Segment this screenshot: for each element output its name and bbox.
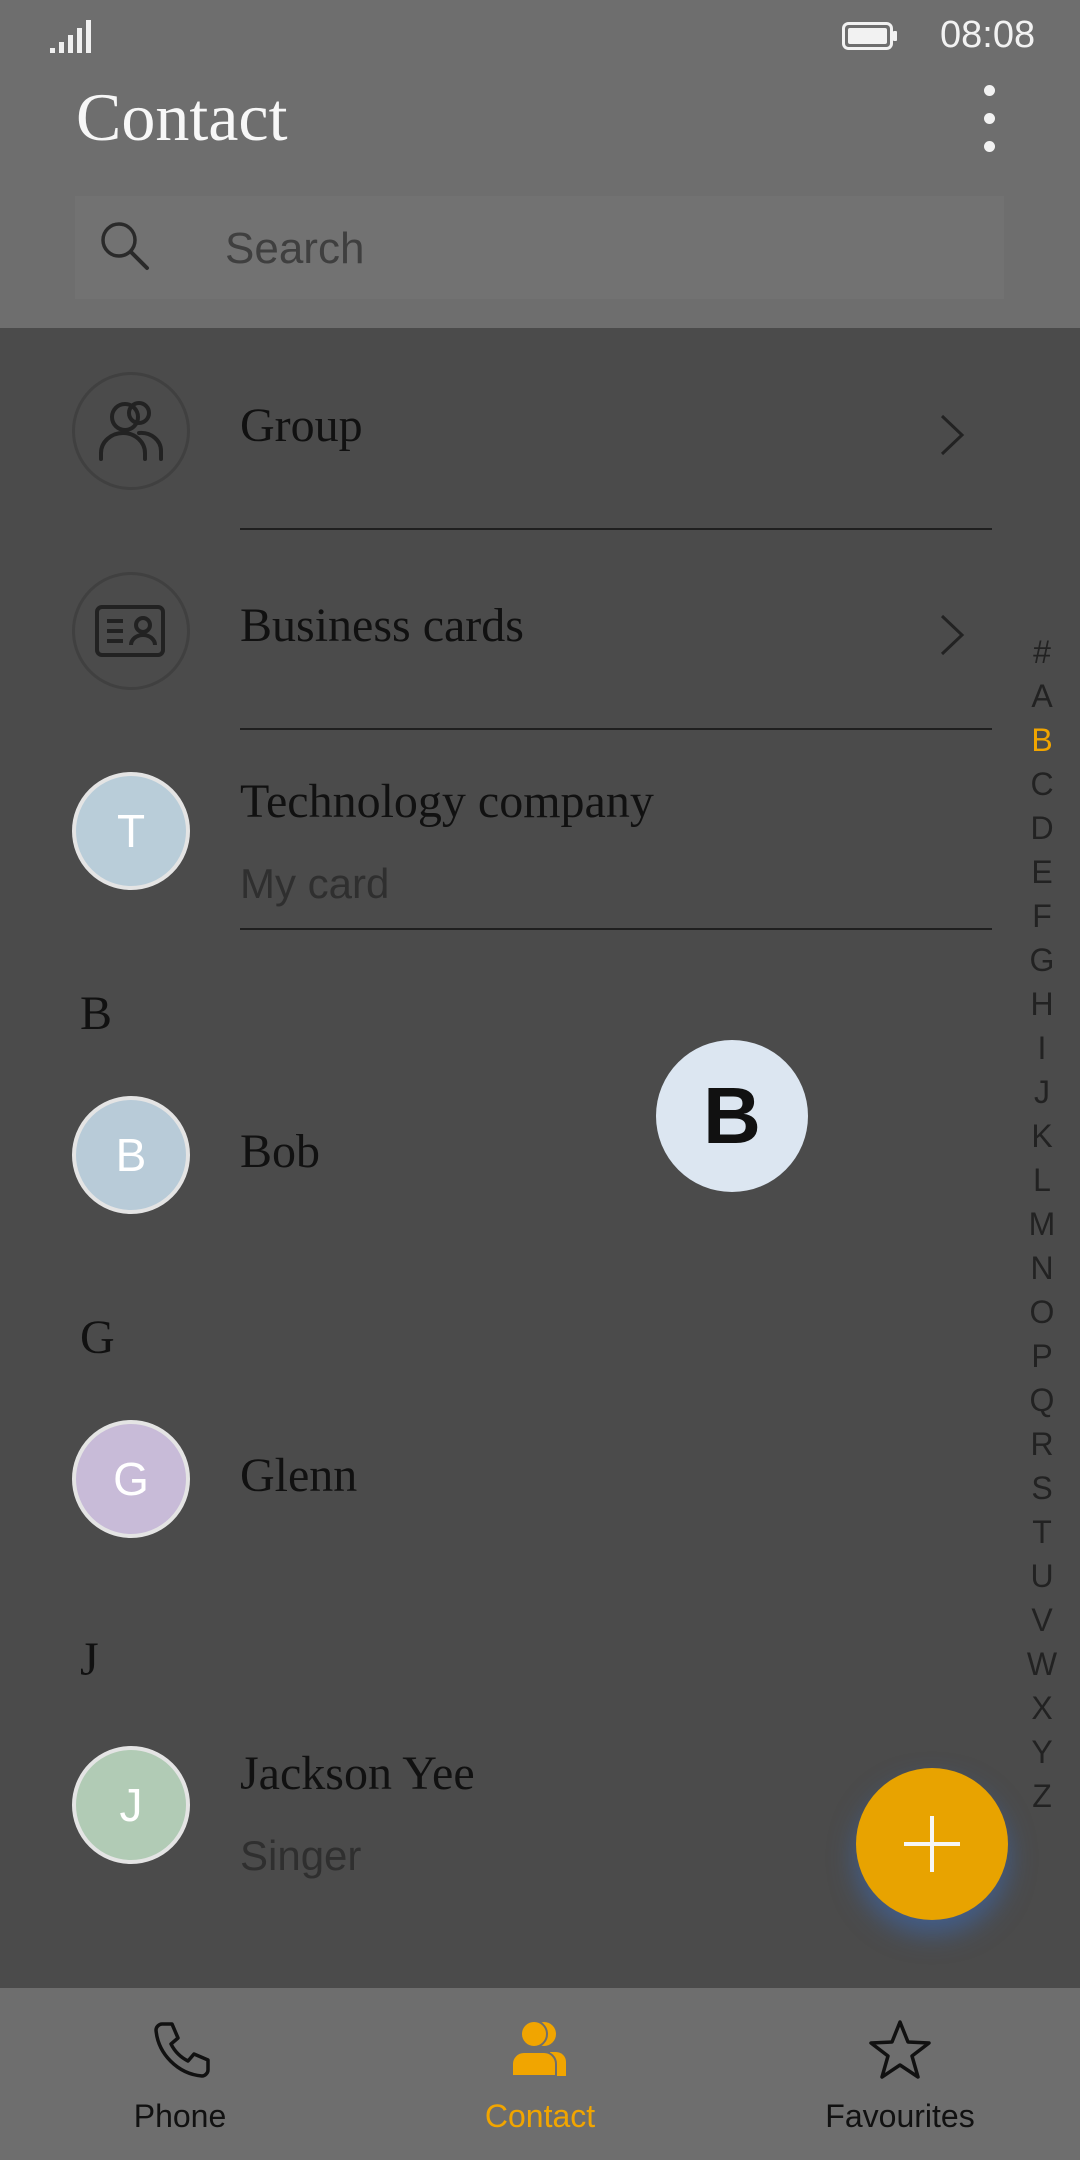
nav-contact[interactable]: Contact [360, 1988, 720, 2160]
avatar: B [72, 1096, 190, 1214]
nav-label: Favourites [825, 2098, 975, 2134]
contact-name: Glenn [240, 1449, 358, 1502]
index-letter[interactable]: G [1022, 938, 1062, 982]
search-bar[interactable] [75, 196, 1004, 301]
nav-phone[interactable]: Phone [0, 1988, 360, 2160]
chevron-right-icon [940, 414, 965, 456]
bottom-navigation: Phone Contact Favourites [0, 1988, 1080, 2160]
section-header: J [80, 1633, 99, 1686]
index-letter[interactable]: T [1022, 1510, 1062, 1554]
alphabet-index[interactable]: # A B C D E F G H I J K L M N O P Q R S T U V W X Y Z [1022, 630, 1062, 1818]
index-letter[interactable]: X [1022, 1686, 1062, 1730]
group-label: Group [240, 399, 363, 452]
plus-icon [904, 1816, 960, 1872]
index-letter[interactable]: B [1022, 718, 1062, 762]
nav-label: Contact [484, 2098, 596, 2134]
index-letter[interactable]: S [1022, 1466, 1062, 1510]
contact-name: Bob [240, 1125, 321, 1178]
index-letter[interactable]: E [1022, 850, 1062, 894]
group-icon [99, 401, 164, 461]
index-letter[interactable]: C [1022, 762, 1062, 806]
index-letter[interactable]: P [1022, 1334, 1062, 1378]
battery-icon [842, 22, 897, 50]
contact-name: Jackson Yee [240, 1747, 475, 1800]
section-header: G [80, 1311, 115, 1364]
contact-subtitle: Singer [240, 1832, 362, 1879]
business-cards-row[interactable]: Business cards [0, 528, 1010, 730]
avatar: J [72, 1746, 190, 1864]
index-letter[interactable]: W [1022, 1642, 1062, 1686]
index-letter[interactable]: Y [1022, 1730, 1062, 1774]
business-cards-label: Business cards [240, 599, 524, 652]
avatar: G [72, 1420, 190, 1538]
more-dot-icon [984, 113, 995, 124]
index-letter[interactable]: O [1022, 1290, 1062, 1334]
more-dot-icon [984, 141, 995, 152]
contact-subtitle: My card [240, 860, 390, 907]
search-input[interactable] [223, 196, 987, 301]
business-cards-avatar [72, 572, 190, 690]
group-row[interactable]: Group [0, 328, 1010, 530]
index-letter[interactable]: K [1022, 1114, 1062, 1158]
section-header: B [80, 987, 113, 1040]
group-avatar [72, 372, 190, 490]
index-letter[interactable]: V [1022, 1598, 1062, 1642]
index-letter[interactable]: # [1022, 630, 1062, 674]
index-letter-bubble: B [656, 1040, 808, 1192]
add-contact-button[interactable] [856, 1768, 1008, 1920]
page-title: Contact [76, 79, 288, 155]
chevron-right-icon [940, 614, 965, 656]
contact-row[interactable]: G Glenn [0, 1374, 1010, 1584]
index-letter[interactable]: M [1022, 1202, 1062, 1246]
index-letter[interactable]: Q [1022, 1378, 1062, 1422]
phone-icon [154, 2022, 210, 2078]
index-letter[interactable]: F [1022, 894, 1062, 938]
search-icon [101, 222, 149, 270]
index-letter[interactable]: I [1022, 1026, 1062, 1070]
index-letter[interactable]: N [1022, 1246, 1062, 1290]
divider [240, 928, 992, 930]
contact-row[interactable]: B Bob [0, 1050, 1010, 1260]
index-letter[interactable]: J [1022, 1070, 1062, 1114]
more-dot-icon [984, 85, 995, 96]
business-card-icon [95, 605, 165, 657]
index-letter[interactable]: R [1022, 1422, 1062, 1466]
index-letter[interactable]: L [1022, 1158, 1062, 1202]
index-letter[interactable]: U [1022, 1554, 1062, 1598]
nav-label: Phone [133, 2098, 227, 2134]
star-icon [869, 2020, 931, 2079]
status-time: 08:08 [940, 14, 1036, 56]
signal-icon [50, 20, 91, 53]
index-letter[interactable]: A [1022, 674, 1062, 718]
index-letter[interactable]: H [1022, 982, 1062, 1026]
contact-name: Technology company [240, 775, 654, 828]
contacts-icon [511, 2020, 566, 2077]
avatar: T [72, 772, 190, 890]
nav-favourites[interactable]: Favourites [720, 1988, 1080, 2160]
index-letter[interactable]: D [1022, 806, 1062, 850]
my-card-row[interactable]: T Technology company My card [0, 728, 1010, 930]
more-options-button[interactable] [970, 80, 1010, 160]
app-header: 08:08 Contact [0, 0, 1080, 328]
index-letter[interactable]: Z [1022, 1774, 1062, 1818]
